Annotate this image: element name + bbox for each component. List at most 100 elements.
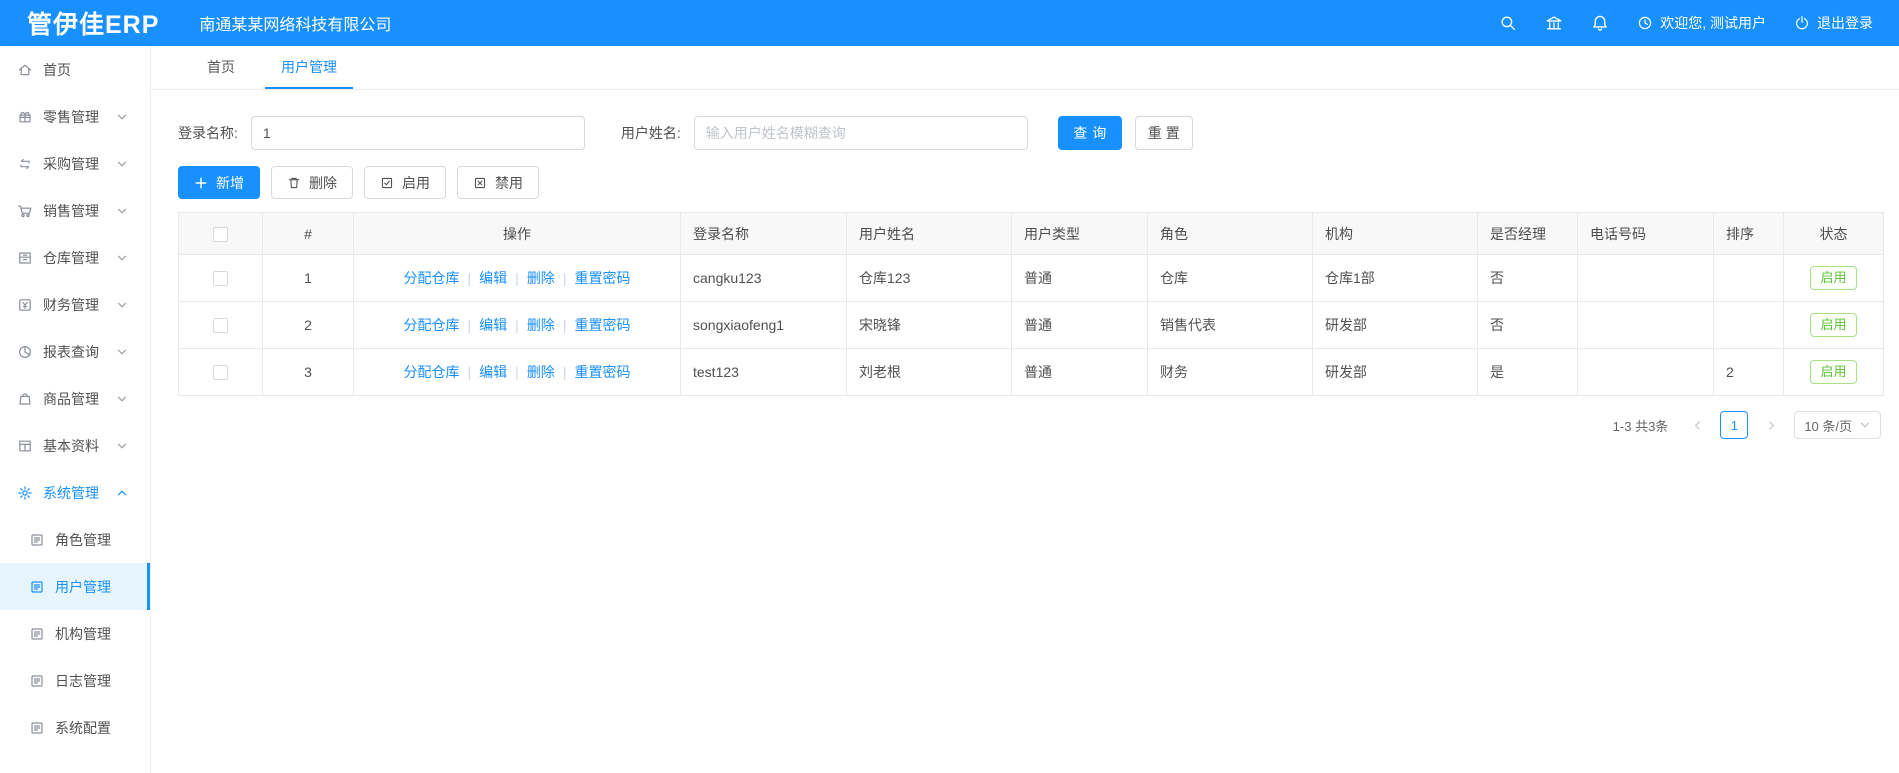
sidebar-subitem-role[interactable]: 角色管理 — [0, 516, 150, 563]
purchase-icon — [17, 156, 33, 172]
sidebar-item-warehouse[interactable]: 仓库管理 — [0, 234, 150, 281]
cell-is-manager: 是 — [1477, 348, 1578, 396]
assign-warehouse-link[interactable]: 分配仓库 — [404, 317, 460, 333]
sidebar-subitem-org[interactable]: 机构管理 — [0, 610, 150, 657]
cell-is-manager: 否 — [1477, 301, 1578, 349]
edit-link[interactable]: 编辑 — [479, 364, 507, 380]
status-badge: 启用 — [1810, 312, 1857, 338]
enable-button[interactable]: 启用 — [364, 166, 446, 199]
sidebar-item-sales[interactable]: 销售管理 — [0, 187, 150, 234]
col-header-is-manager: 是否经理 — [1477, 212, 1578, 255]
col-header-user-type: 用户类型 — [1011, 212, 1148, 255]
sidebar-subitem-log[interactable]: 日志管理 — [0, 657, 150, 704]
tab-home[interactable]: 首页 — [191, 46, 251, 89]
user-name-label: 用户姓名: — [620, 125, 681, 141]
reset-button[interactable]: 重置 — [1134, 116, 1193, 150]
company-name: 南通某某网络科技有限公司 — [199, 17, 392, 34]
prev-page-button[interactable] — [1683, 411, 1711, 439]
edit-link[interactable]: 编辑 — [479, 317, 507, 333]
bell-icon[interactable] — [1591, 14, 1609, 32]
row-checkbox[interactable] — [213, 271, 228, 287]
cell-operations: 分配仓库 | 编辑 | 删除 | 重置密码 — [353, 301, 681, 349]
login-name-input[interactable] — [250, 116, 585, 150]
cell-operations: 分配仓库 | 编辑 | 删除 | 重置密码 — [353, 348, 681, 396]
sidebar-subitem-user[interactable]: 用户管理 — [0, 563, 150, 610]
query-button[interactable]: 查询 — [1057, 116, 1122, 150]
header-icons — [1499, 14, 1609, 32]
chevron-down-icon — [116, 346, 128, 358]
user-name-input[interactable] — [693, 116, 1028, 150]
table-row: 3 分配仓库 | 编辑 | 删除 | 重置密码 test123 刘老根 普通 财务 研发部 … — [178, 348, 1884, 396]
sidebar-item-purchase[interactable]: 采购管理 — [0, 140, 150, 187]
sidebar-item-home[interactable]: 首页 — [0, 46, 150, 93]
op-separator: | — [515, 317, 519, 333]
sidebar-item-report[interactable]: 报表查询 — [0, 328, 150, 375]
add-button[interactable]: 新增 — [178, 166, 260, 199]
row-checkbox[interactable] — [213, 318, 228, 334]
reset-password-link[interactable]: 重置密码 — [574, 270, 630, 286]
cell-status: 启用 — [1783, 301, 1884, 349]
bank-icon[interactable] — [1545, 14, 1563, 32]
logout-button[interactable]: 退出登录 — [1794, 13, 1873, 33]
op-separator: | — [467, 364, 472, 380]
chevron-down-icon — [116, 299, 128, 311]
pie-chart-icon — [17, 344, 33, 360]
chevron-down-icon — [116, 252, 128, 264]
row-checkbox[interactable] — [213, 365, 228, 381]
op-separator: | — [515, 364, 519, 380]
assign-warehouse-link[interactable]: 分配仓库 — [404, 270, 460, 286]
table-header-row: # 操作 登录名称 用户姓名 用户类型 角色 机构 是否经理 电话号码 排序 状态 — [178, 212, 1884, 255]
edit-link[interactable]: 编辑 — [479, 270, 507, 286]
cell-role: 财务 — [1147, 348, 1313, 396]
toolbar: 新增 删除 启用 禁用 — [178, 166, 1881, 199]
select-all-checkbox[interactable] — [213, 226, 228, 242]
cell-checkbox — [178, 348, 263, 396]
delete-link[interactable]: 删除 — [527, 364, 555, 380]
welcome-user[interactable]: 欢迎您, 测试用户 — [1637, 13, 1766, 33]
next-page-button[interactable] — [1757, 411, 1785, 439]
reset-password-link[interactable]: 重置密码 — [574, 317, 630, 333]
delete-link[interactable]: 删除 — [527, 270, 555, 286]
document-icon — [29, 532, 45, 548]
chevron-down-icon — [116, 440, 128, 452]
search-icon[interactable] — [1499, 14, 1517, 32]
col-header-user-name: 用户姓名 — [846, 212, 1012, 255]
chevron-down-icon — [116, 393, 128, 405]
cell-user-name: 仓库123 — [846, 254, 1012, 302]
sidebar-item-retail[interactable]: 零售管理 — [0, 93, 150, 140]
tab-user-management[interactable]: 用户管理 — [265, 46, 353, 89]
cell-index: 1 — [262, 254, 354, 302]
top-header: 管伊佳ERP 南通某某网络科技有限公司 欢迎您, 测试用户 退出登录 — [0, 0, 1899, 46]
bag-icon — [17, 391, 33, 407]
logout-text: 退出登录 — [1817, 15, 1873, 31]
delete-button[interactable]: 删除 — [271, 166, 353, 199]
document-icon — [29, 579, 45, 595]
col-header-login-name: 登录名称 — [680, 212, 847, 255]
sidebar-item-basic-data[interactable]: 基本资料 — [0, 422, 150, 469]
cell-phone — [1577, 254, 1714, 302]
disable-button[interactable]: 禁用 — [457, 166, 539, 199]
chevron-down-icon — [116, 158, 128, 170]
col-header-operation: 操作 — [353, 212, 681, 255]
col-header-sort: 排序 — [1713, 212, 1784, 255]
assign-warehouse-link[interactable]: 分配仓库 — [404, 364, 460, 380]
delete-link[interactable]: 删除 — [527, 317, 555, 333]
sidebar-subitem-config[interactable]: 系统配置 — [0, 704, 150, 751]
cell-user-type: 普通 — [1011, 254, 1148, 302]
page-number-button[interactable]: 1 — [1720, 411, 1749, 439]
sidebar-item-system[interactable]: 系统管理 — [0, 469, 150, 516]
status-badge: 启用 — [1810, 359, 1857, 385]
cell-login-name: songxiaofeng1 — [680, 301, 847, 349]
page-size-select[interactable]: 10 条/页 — [1794, 411, 1881, 439]
reset-password-link[interactable]: 重置密码 — [574, 364, 630, 380]
search-form: 登录名称: 用户姓名: 查询 重置 — [178, 116, 1881, 150]
sidebar-item-goods[interactable]: 商品管理 — [0, 375, 150, 422]
cart-icon — [17, 203, 33, 219]
cell-sort: 2 — [1713, 348, 1784, 396]
cell-user-name: 宋晓锋 — [846, 301, 1012, 349]
sidebar-item-finance[interactable]: 财务管理 — [0, 281, 150, 328]
cell-is-manager: 否 — [1477, 254, 1578, 302]
cell-login-name: test123 — [680, 348, 847, 396]
warehouse-icon — [17, 250, 33, 266]
cell-user-type: 普通 — [1011, 301, 1148, 349]
